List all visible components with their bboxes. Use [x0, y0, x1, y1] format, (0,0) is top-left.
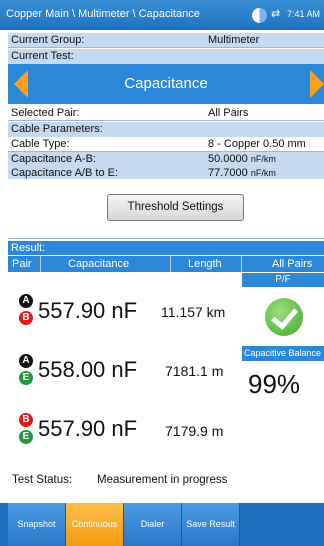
title-bar: Copper Main \ Multimeter \ Capacitance ⇄… — [0, 0, 324, 30]
selected-pair-value: All Pairs — [208, 107, 249, 119]
cap-ab-row[interactable]: Capacitance A-B: 50.0000 nF/km — [8, 152, 324, 167]
column-length: Length — [188, 258, 222, 270]
test-status-label: Test Status: — [12, 474, 73, 486]
cable-parameters-header: Cable Parameters: — [8, 122, 324, 137]
result-column-headers: Pair Capacitance Length All Pairs — [8, 256, 324, 272]
result-header: Result: — [8, 241, 324, 255]
selected-pair-label: Selected Pair: — [11, 107, 80, 119]
column-divider — [241, 256, 242, 272]
threshold-settings-button[interactable]: Threshold Settings — [107, 194, 244, 221]
cap-ab-value: 50.0000 nF/km — [208, 153, 276, 165]
test-status: Test Status: Measurement in progress — [12, 474, 227, 486]
test-status-value: Measurement in progress — [97, 474, 228, 486]
column-pair: Pair — [12, 258, 32, 270]
capacitance-value: 557.90 nF — [38, 416, 138, 441]
cable-parameters-label: Cable Parameters: — [11, 123, 103, 135]
column-capacitance: Capacitance — [68, 258, 130, 270]
current-group-label: Current Group: — [11, 34, 85, 46]
pair-b-icon: B — [19, 311, 33, 325]
length-value: 7181.1 m — [165, 363, 224, 379]
pair-b-icon: B — [19, 413, 33, 427]
pair-e-icon: E — [19, 371, 33, 385]
snapshot-button[interactable]: Snapshot — [8, 503, 66, 546]
cable-type-label: Cable Type: — [11, 138, 70, 150]
battery-icon — [252, 8, 267, 23]
cap-abe-label: Capacitance A/B to E: — [11, 167, 119, 179]
clock: 7:41 AM — [287, 9, 321, 19]
capacitive-balance-value: 99% — [248, 369, 301, 399]
current-test-label: Current Test: — [11, 50, 74, 62]
breadcrumb: Copper Main \ Multimeter \ Capacitance — [6, 8, 200, 20]
capacitance-value: 558.00 nF — [38, 357, 138, 382]
result-label: Result: — [11, 242, 46, 254]
pair-e-icon: E — [19, 430, 33, 444]
length-value: 7179.9 m — [165, 423, 224, 439]
capacitance-value: 557.90 nF — [38, 298, 138, 323]
column-divider — [40, 256, 41, 272]
capacitive-balance-header: Capacitive Balance — [242, 346, 324, 361]
network-icon: ⇄ — [271, 8, 281, 20]
current-group-row: Current Group: Multimeter — [8, 33, 324, 48]
pass-check-icon — [265, 298, 303, 336]
cap-ab-label: Capacitance A-B: — [11, 153, 96, 165]
pair-a-icon: A — [19, 294, 33, 308]
next-test-arrow-icon[interactable] — [310, 70, 324, 98]
cable-type-value: 8 - Copper 0.50 mm — [208, 138, 306, 150]
length-value: 11.157 km — [161, 304, 226, 320]
pair-a-icon: A — [19, 354, 33, 368]
cap-abe-value: 77.7000 nF/km — [208, 167, 276, 179]
current-group-value: Multimeter — [208, 34, 260, 46]
column-divider — [170, 256, 171, 272]
current-test-name: Capacitance — [124, 75, 208, 92]
test-selector: Capacitance — [8, 64, 324, 104]
column-all-pairs: All Pairs — [272, 258, 313, 270]
pf-header: P/F — [242, 273, 324, 287]
current-test-row: Current Test: — [8, 49, 324, 64]
continuous-button[interactable]: Continuous — [66, 503, 124, 546]
save-result-button[interactable]: Save Result — [182, 503, 240, 546]
cable-type-row[interactable]: Cable Type: 8 - Copper 0.50 mm — [8, 137, 324, 152]
selected-pair-row[interactable]: Selected Pair: All Pairs — [8, 106, 324, 121]
dialer-button[interactable]: Dialer — [124, 503, 182, 546]
